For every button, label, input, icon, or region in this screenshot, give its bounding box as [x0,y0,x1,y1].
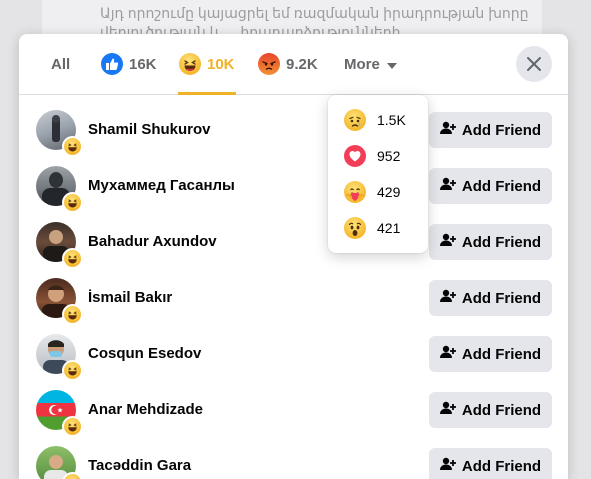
menu-item-love[interactable]: 952 [328,138,428,174]
tab-more[interactable]: More [344,34,397,94]
add-friend-button[interactable]: Add Friend [429,112,552,148]
tab-haha-count: 10K [207,55,235,73]
person-name[interactable]: Мухаммед Гасанлы [88,177,235,194]
menu-item-sad[interactable]: 1.5K [328,102,428,138]
add-friend-label: Add Friend [461,457,542,475]
list-item: İsmail Bakır Add Friend [19,262,568,325]
sad-icon [344,109,366,131]
add-friend-button[interactable]: Add Friend [429,168,552,204]
close-button[interactable] [516,46,552,82]
person-name[interactable]: İsmail Bakır [88,289,172,306]
tab-angry-count: 9.2K [286,55,318,73]
wow-icon [344,217,366,239]
person-name[interactable]: Tacəddin Gara [88,457,191,474]
add-person-icon [439,233,462,251]
caret-down-icon [386,56,397,73]
add-friend-button[interactable]: Add Friend [429,224,552,260]
tab-more-label: More [344,55,380,73]
care-icon [344,181,366,203]
menu-item-count: 429 [377,184,401,200]
tab-haha[interactable]: 10K [178,34,236,95]
haha-badge-icon [62,472,83,479]
add-person-icon [439,457,462,475]
add-friend-label: Add Friend [461,233,542,251]
more-reactions-menu: 1.5K 952 429 421 [328,95,428,253]
person-name[interactable]: Anar Mehdizade [88,401,203,418]
list-item: Shamil Shukurov Add Friend [19,94,568,157]
list-item: Tacəddin Gara Add Friend [19,430,568,479]
angry-icon [258,53,280,75]
add-person-icon [439,177,462,195]
add-friend-label: Add Friend [461,121,542,139]
add-person-icon [439,345,462,363]
person-name[interactable]: Cosqun Esedov [88,345,201,362]
list-item: Bahadur Axundov Add Friend [19,206,568,269]
menu-item-count: 952 [377,148,401,164]
menu-item-count: 1.5K [377,112,406,128]
menu-item-wow[interactable]: 421 [328,210,428,246]
add-friend-label: Add Friend [461,345,542,363]
add-friend-button[interactable]: Add Friend [429,336,552,372]
haha-icon [179,53,201,75]
add-person-icon [439,401,462,419]
tab-all[interactable]: All [51,34,70,94]
reaction-tabs: All 16K 10K 9.2K More [19,34,568,95]
menu-item-count: 421 [377,220,401,236]
person-name[interactable]: Shamil Shukurov [88,121,211,138]
list-item: Anar Mehdizade Add Friend [19,374,568,437]
add-friend-label: Add Friend [461,401,542,419]
tab-like[interactable]: 16K [101,34,157,94]
add-friend-label: Add Friend [461,289,542,307]
add-friend-label: Add Friend [461,177,542,195]
person-name[interactable]: Bahadur Axundov [88,233,217,250]
add-friend-button[interactable]: Add Friend [429,280,552,316]
add-person-icon [439,289,462,307]
tab-angry[interactable]: 9.2K [258,34,318,94]
list-item: Cosqun Esedov Add Friend [19,318,568,381]
background-text-line: Այդ որոշումը կայացրել եմ ռազմական իրադրո… [100,5,529,21]
reactions-dialog: All 16K 10K 9.2K More Shamil Shukurov Ad… [19,34,568,479]
tab-like-count: 16K [129,55,157,73]
add-friend-button[interactable]: Add Friend [429,392,552,428]
menu-item-care[interactable]: 429 [328,174,428,210]
love-icon [344,145,366,167]
like-icon [101,53,123,75]
tab-all-label: All [51,55,71,73]
add-person-icon [439,121,462,139]
add-friend-button[interactable]: Add Friend [429,448,552,479]
list-item: Мухаммед Гасанлы Add Friend [19,150,568,213]
